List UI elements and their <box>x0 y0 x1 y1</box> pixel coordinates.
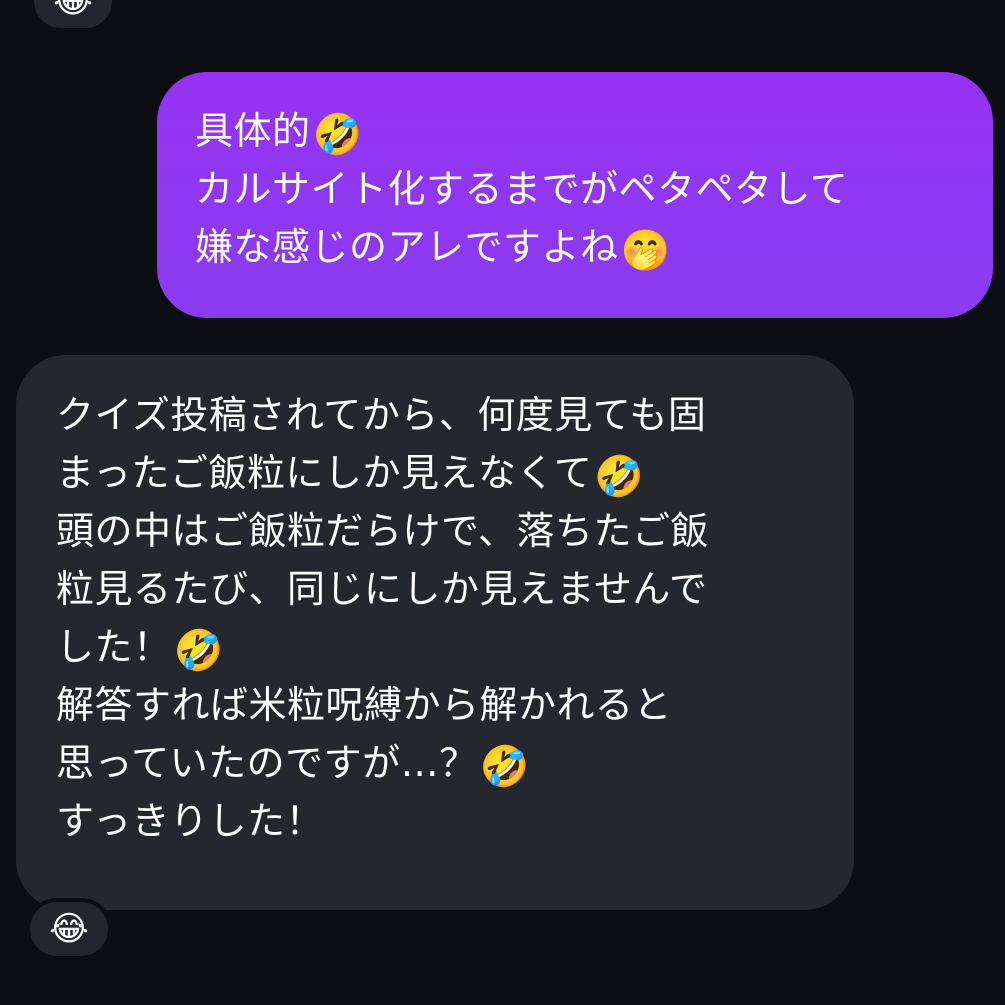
reaction-badge-top[interactable]: 😂 <box>30 0 116 32</box>
rolling-laughing-emoji: 🤣 <box>479 744 530 790</box>
message-text: クイズ投稿されてから、何度見ても固 <box>56 393 707 437</box>
message-text: カルサイト化するまでがペタペタして <box>195 167 849 211</box>
message-text: 思っていたのですが…？ <box>56 741 478 785</box>
message-line: クイズ投稿されてから、何度見ても固 <box>56 386 834 444</box>
message-text: した！ <box>56 625 172 669</box>
message-line: カルサイト化するまでがペタペタして <box>195 160 973 218</box>
message-line: 解答すれば米粒呪縛から解かれると <box>56 676 834 734</box>
message-text: 粒見るたび、同じにしか見えませんで <box>56 567 708 611</box>
message-text: すっきりした！ <box>56 799 324 843</box>
outgoing-message-bubble[interactable]: 具体的🤣 カルサイト化するまでがペタペタして 嫌な感じのアレですよね🤭 <box>157 72 993 318</box>
message-line: 頭の中はご飯粒だらけで、落ちたご飯 <box>56 502 834 560</box>
tears-of-joy-emoji: 😂 <box>49 909 89 949</box>
incoming-message-bubble[interactable]: クイズ投稿されてから、何度見ても固 まったご飯粒にしか見えなくて🤣 頭の中はご飯… <box>16 355 854 910</box>
message-line: した！🤣 <box>56 618 834 676</box>
hand-over-mouth-emoji: 🤭 <box>620 228 671 274</box>
rolling-laughing-emoji: 🤣 <box>312 112 363 158</box>
reaction-badge-bottom[interactable]: 😂 <box>26 898 112 960</box>
message-line: 具体的🤣 <box>195 102 973 160</box>
tears-of-joy-emoji: 😂 <box>53 0 93 21</box>
message-line: 思っていたのですが…？🤣 <box>56 734 834 792</box>
message-text: 具体的 <box>195 109 311 153</box>
message-text: 解答すれば米粒呪縛から解かれると <box>56 683 673 727</box>
message-line: すっきりした！ <box>56 792 834 850</box>
message-text: まったご飯粒にしか見えなくて <box>56 451 593 495</box>
message-line: 嫌な感じのアレですよね🤭 <box>195 218 973 276</box>
message-line: まったご飯粒にしか見えなくて🤣 <box>56 444 834 502</box>
rolling-laughing-emoji: 🤣 <box>594 454 645 500</box>
message-text: 嫌な感じのアレですよね <box>195 225 619 269</box>
message-text: 頭の中はご飯粒だらけで、落ちたご飯 <box>56 509 709 553</box>
message-line: 粒見るたび、同じにしか見えませんで <box>56 560 834 618</box>
rolling-laughing-emoji: 🤣 <box>173 628 224 674</box>
